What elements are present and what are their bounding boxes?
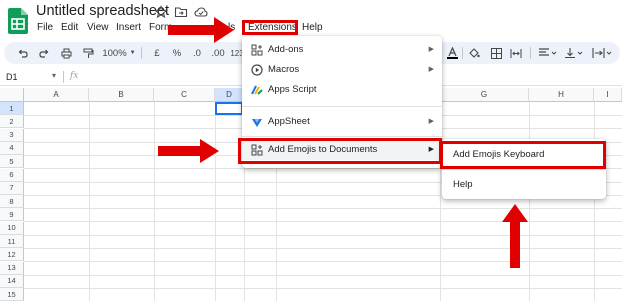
grid-line — [24, 274, 622, 276]
menu-help[interactable]: Help — [302, 22, 323, 33]
grid-line — [594, 102, 595, 301]
add-ons-icon — [251, 44, 263, 56]
grid-line — [24, 208, 622, 210]
column-header[interactable]: H — [529, 88, 594, 102]
selected-cell[interactable] — [215, 102, 243, 115]
row-header[interactable]: 14 — [0, 274, 24, 288]
zoom-select[interactable]: 100% ▼ — [102, 42, 136, 64]
percent-format-button[interactable]: % — [170, 42, 184, 64]
sheets-logo-icon[interactable] — [8, 8, 28, 34]
menu-item-add-emojis-to-documents[interactable]: Add Emojis to Documents ▶ — [242, 140, 442, 160]
column-header[interactable]: A — [24, 88, 89, 102]
row-header[interactable]: 10 — [0, 221, 24, 235]
currency-format-button[interactable]: £ — [150, 42, 164, 64]
menu-item-add-emojis-keyboard[interactable]: Add Emojis Keyboard — [442, 145, 606, 165]
fill-color-icon[interactable] — [466, 42, 482, 64]
column-header[interactable]: G — [440, 88, 529, 102]
row-header[interactable]: 6 — [0, 168, 24, 182]
redo-icon[interactable] — [36, 42, 52, 64]
menu-item-add-ons[interactable]: Add-ons ▶ — [242, 40, 442, 60]
row-header[interactable]: 4 — [0, 141, 24, 155]
chevron-right-icon: ▶ — [428, 146, 434, 153]
zoom-value: 100% — [102, 47, 127, 59]
grid-line — [154, 102, 155, 301]
menu-insert[interactable]: Insert — [116, 22, 141, 33]
fx-icon: fx — [70, 71, 79, 81]
row-header[interactable]: 9 — [0, 208, 24, 222]
menu-view[interactable]: View — [87, 22, 109, 33]
increase-decimal-button[interactable]: .00 — [208, 42, 228, 64]
macros-icon — [251, 64, 263, 76]
chevron-down-icon: ▼ — [129, 50, 136, 56]
row-header[interactable]: 13 — [0, 261, 24, 275]
borders-icon[interactable] — [488, 42, 504, 64]
menu-item-appsheet[interactable]: AppSheet ▶ — [242, 112, 442, 132]
menu-item-apps-script[interactable]: Apps Script — [242, 80, 442, 100]
select-all-corner[interactable] — [0, 88, 24, 102]
menu-file[interactable]: File — [37, 22, 53, 33]
menu-edit[interactable]: Edit — [61, 22, 78, 33]
text-color-icon[interactable] — [444, 42, 460, 64]
paint-format-icon[interactable] — [80, 42, 96, 64]
row-header[interactable]: 11 — [0, 235, 24, 248]
add-on-icon — [251, 144, 263, 156]
row-header[interactable]: 7 — [0, 181, 24, 195]
star-icon[interactable] — [154, 5, 168, 19]
row-header[interactable]: 1 — [0, 102, 24, 115]
apps-script-icon — [251, 85, 263, 95]
column-header[interactable]: B — [89, 88, 154, 102]
name-box[interactable]: D1 — [6, 72, 18, 82]
menu-item-macros[interactable]: Macros ▶ — [242, 60, 442, 80]
column-header[interactable]: C — [154, 88, 215, 102]
add-emojis-submenu: Add Emojis Keyboard Help — [442, 139, 606, 199]
row-header[interactable]: 3 — [0, 128, 24, 142]
appsheet-icon — [252, 119, 262, 127]
grid-line — [89, 102, 90, 301]
grid-line — [24, 248, 622, 249]
grid-line — [24, 287, 622, 289]
menu-extensions[interactable]: Extensions — [248, 22, 297, 33]
vertical-align-icon[interactable] — [562, 42, 586, 64]
menu-item-help[interactable]: Help — [442, 175, 606, 195]
chevron-down-icon[interactable]: ▾ — [52, 71, 56, 80]
row-header[interactable]: 5 — [0, 155, 24, 169]
column-header[interactable]: I — [594, 88, 622, 102]
chevron-right-icon: ▶ — [428, 46, 434, 53]
red-arrow-right-icon — [158, 139, 219, 163]
grid-line — [24, 234, 622, 236]
row-header[interactable]: 15 — [0, 288, 24, 301]
decrease-decimal-button[interactable]: .0 — [188, 42, 206, 64]
row-header[interactable]: 8 — [0, 195, 24, 209]
print-icon[interactable] — [58, 42, 74, 64]
chevron-right-icon: ▶ — [428, 66, 434, 73]
red-arrow-right-icon — [168, 17, 234, 43]
text-wrap-icon[interactable] — [590, 42, 616, 64]
column-header[interactable]: D — [215, 88, 244, 102]
chevron-right-icon: ▶ — [428, 118, 434, 125]
grid-line — [24, 261, 622, 263]
extensions-menu: Add-ons ▶ Macros ▶ Apps Script AppSheet … — [242, 36, 442, 168]
grid-line — [24, 221, 622, 223]
horizontal-align-icon[interactable] — [536, 42, 560, 64]
merge-cells-icon[interactable] — [508, 42, 524, 64]
grid-line — [215, 102, 216, 301]
row-header[interactable]: 12 — [0, 248, 24, 262]
undo-icon[interactable] — [14, 42, 30, 64]
row-header[interactable]: 2 — [0, 115, 24, 129]
grid-line — [529, 102, 530, 301]
red-arrow-up-icon — [502, 204, 528, 268]
document-title[interactable]: Untitled spreadsheet — [36, 3, 169, 19]
